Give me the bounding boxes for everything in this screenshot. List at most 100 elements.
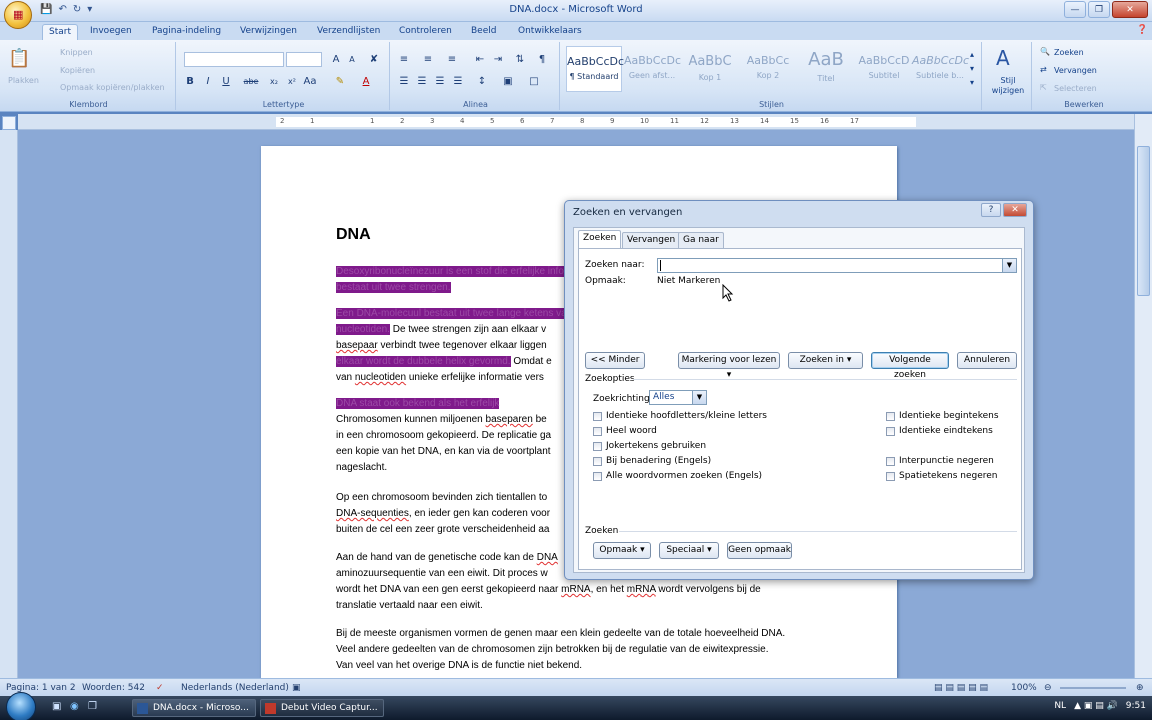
option-whole-word[interactable]: Heel woord (593, 426, 657, 436)
undo-icon[interactable]: ↶ (58, 4, 66, 15)
tab-start[interactable]: Start (42, 24, 78, 40)
tab-selector[interactable] (2, 116, 16, 130)
style-geen-afstand[interactable]: AaBbCcDc Geen afst... (624, 46, 681, 92)
checkbox[interactable] (593, 441, 602, 451)
tab-invoegen[interactable]: Invoegen (84, 24, 138, 40)
checkbox[interactable] (886, 411, 895, 421)
dialog-tab-vervangen[interactable]: Vervangen (622, 232, 681, 248)
align-right-icon[interactable]: ☰ (432, 75, 448, 89)
checkbox[interactable] (593, 411, 602, 421)
superscript-button[interactable]: x² (284, 75, 300, 89)
copy-button[interactable]: Kopiëren (60, 66, 95, 75)
font-color-icon[interactable]: A (358, 75, 374, 89)
show-desktop-icon[interactable]: ▣ (52, 701, 61, 712)
horizontal-ruler[interactable]: 2 1 1 2 3 4 5 6 7 8 9 10 11 12 13 14 15 16 17 (18, 114, 1134, 130)
justify-icon[interactable]: ☰ (450, 75, 466, 89)
style-standaard[interactable]: AaBbCcDc ¶ Standaard (566, 46, 624, 92)
style-titel[interactable]: AaB Titel (798, 46, 854, 92)
decrease-indent-icon[interactable]: ⇤ (472, 53, 488, 67)
zoom-slider[interactable] (1060, 687, 1126, 689)
styles-more-icon[interactable]: ▾ (970, 78, 974, 87)
find-button[interactable]: Zoeken (1054, 48, 1084, 57)
search-direction-select[interactable]: Alles ▼ (649, 390, 707, 405)
save-icon[interactable]: 💾 (40, 4, 52, 15)
dialog-help-button[interactable]: ? (981, 203, 1001, 217)
task-debut[interactable]: Debut Video Captur... (260, 699, 384, 717)
clear-format-icon[interactable]: ✘ (366, 53, 382, 67)
format-button[interactable]: Opmaak ▾ (593, 542, 651, 559)
task-word[interactable]: DNA.docx - Microso... (132, 699, 256, 717)
zoom-level[interactable]: 100% (1011, 683, 1037, 693)
cut-button[interactable]: Knippen (60, 48, 93, 57)
highlight-color-icon[interactable]: ✎ (332, 75, 348, 89)
language-tray[interactable]: NL (1054, 701, 1066, 711)
tab-verzendlijsten[interactable]: Verzendlijsten (311, 24, 386, 40)
font-size-field[interactable] (286, 52, 322, 67)
change-case-icon[interactable]: Aa (302, 75, 318, 89)
find-what-input[interactable]: ▼ (657, 258, 1017, 273)
tab-controleren[interactable]: Controleren (393, 24, 458, 40)
align-center-icon[interactable]: ☰ (414, 75, 430, 89)
tab-beeld[interactable]: Beeld (465, 24, 502, 40)
browser-icon[interactable]: ◉ (70, 701, 79, 712)
clock[interactable]: 9:51 (1126, 701, 1146, 711)
checkbox[interactable] (886, 426, 895, 436)
paste-button[interactable]: Plakken (8, 76, 39, 85)
replace-button[interactable]: Vervangen (1054, 66, 1097, 75)
style-subtitel[interactable]: AaBbCcD Subtitel (856, 46, 912, 92)
find-history-dropdown-icon[interactable]: ▼ (1002, 259, 1016, 272)
find-in-button[interactable]: Zoeken in ▾ (788, 352, 863, 369)
align-left-icon[interactable]: ☰ (396, 75, 412, 89)
switch-windows-icon[interactable]: ❐ (88, 701, 97, 712)
select-button[interactable]: Selecteren (1054, 84, 1097, 93)
checkbox[interactable] (886, 471, 895, 481)
special-button[interactable]: Speciaal ▾ (659, 542, 719, 559)
bullets-icon[interactable]: ≡ (396, 53, 412, 67)
zoom-out-icon[interactable]: ⊖ (1044, 683, 1052, 693)
format-painter-button[interactable]: Opmaak kopiëren/plakken (60, 83, 165, 92)
italic-button[interactable]: I (200, 75, 216, 89)
macro-record-icon[interactable]: ▣ (292, 683, 301, 693)
office-button[interactable]: ▦ (4, 1, 32, 29)
cancel-button[interactable]: Annuleren (957, 352, 1017, 369)
checkbox[interactable] (886, 456, 895, 466)
subscript-button[interactable]: x₂ (266, 75, 282, 89)
customize-toolbar-icon[interactable]: ▾ (87, 4, 92, 15)
option-sounds-like[interactable]: Bij benadering (Engels) (593, 456, 711, 466)
increase-indent-icon[interactable]: ⇥ (490, 53, 506, 67)
tab-pagina-indeling[interactable]: Pagina-indeling (146, 24, 227, 40)
show-marks-icon[interactable]: ¶ (534, 53, 550, 67)
borders-icon[interactable]: □ (526, 75, 542, 89)
dialog-tab-zoeken[interactable]: Zoeken (578, 230, 622, 248)
redo-icon[interactable]: ↻ (73, 4, 81, 15)
option-match-suffix[interactable]: Identieke eindtekens (886, 426, 993, 436)
close-button[interactable]: ✕ (1112, 1, 1148, 18)
start-button[interactable] (6, 692, 36, 720)
tray-icons[interactable]: ▲ ▣ ▤ 🔊 (1074, 701, 1118, 711)
dialog-close-button[interactable]: ✕ (1003, 203, 1027, 217)
checkbox[interactable] (593, 471, 602, 481)
option-ignore-whitespace[interactable]: Spatietekens negeren (886, 471, 998, 481)
reading-highlight-button[interactable]: Markering voor lezen ▾ (678, 352, 780, 380)
underline-button[interactable]: U (218, 75, 234, 89)
option-match-prefix[interactable]: Identieke begintekens (886, 411, 999, 421)
tab-ontwikkelaars[interactable]: Ontwikkelaars (512, 24, 588, 40)
shading-icon[interactable]: ▣ (500, 75, 516, 89)
checkbox[interactable] (593, 426, 602, 436)
restore-button[interactable]: ❐ (1088, 1, 1110, 18)
tab-verwijzingen[interactable]: Verwijzingen (234, 24, 303, 40)
grow-font-button[interactable]: A (328, 53, 344, 67)
shrink-font-button[interactable]: A (344, 53, 360, 67)
style-kop-1[interactable]: AaBbC Kop 1 (682, 46, 738, 92)
chevron-down-icon[interactable]: ▼ (692, 391, 706, 404)
style-kop-2[interactable]: AaBbCc Kop 2 (740, 46, 796, 92)
no-formatting-button[interactable]: Geen opmaak (727, 542, 792, 559)
line-spacing-icon[interactable]: ↕ (474, 75, 490, 89)
vertical-ruler[interactable] (0, 130, 18, 678)
vertical-scrollbar[interactable] (1134, 114, 1152, 678)
help-icon[interactable]: ❓ (1137, 25, 1148, 35)
scrollbar-thumb[interactable] (1137, 146, 1150, 296)
find-next-button[interactable]: Volgende zoeken (871, 352, 949, 380)
view-buttons-icon[interactable]: ▤ ▤ ▤ ▤ ▤ (934, 683, 988, 693)
styles-scroll-down-icon[interactable]: ▾ (970, 64, 974, 73)
